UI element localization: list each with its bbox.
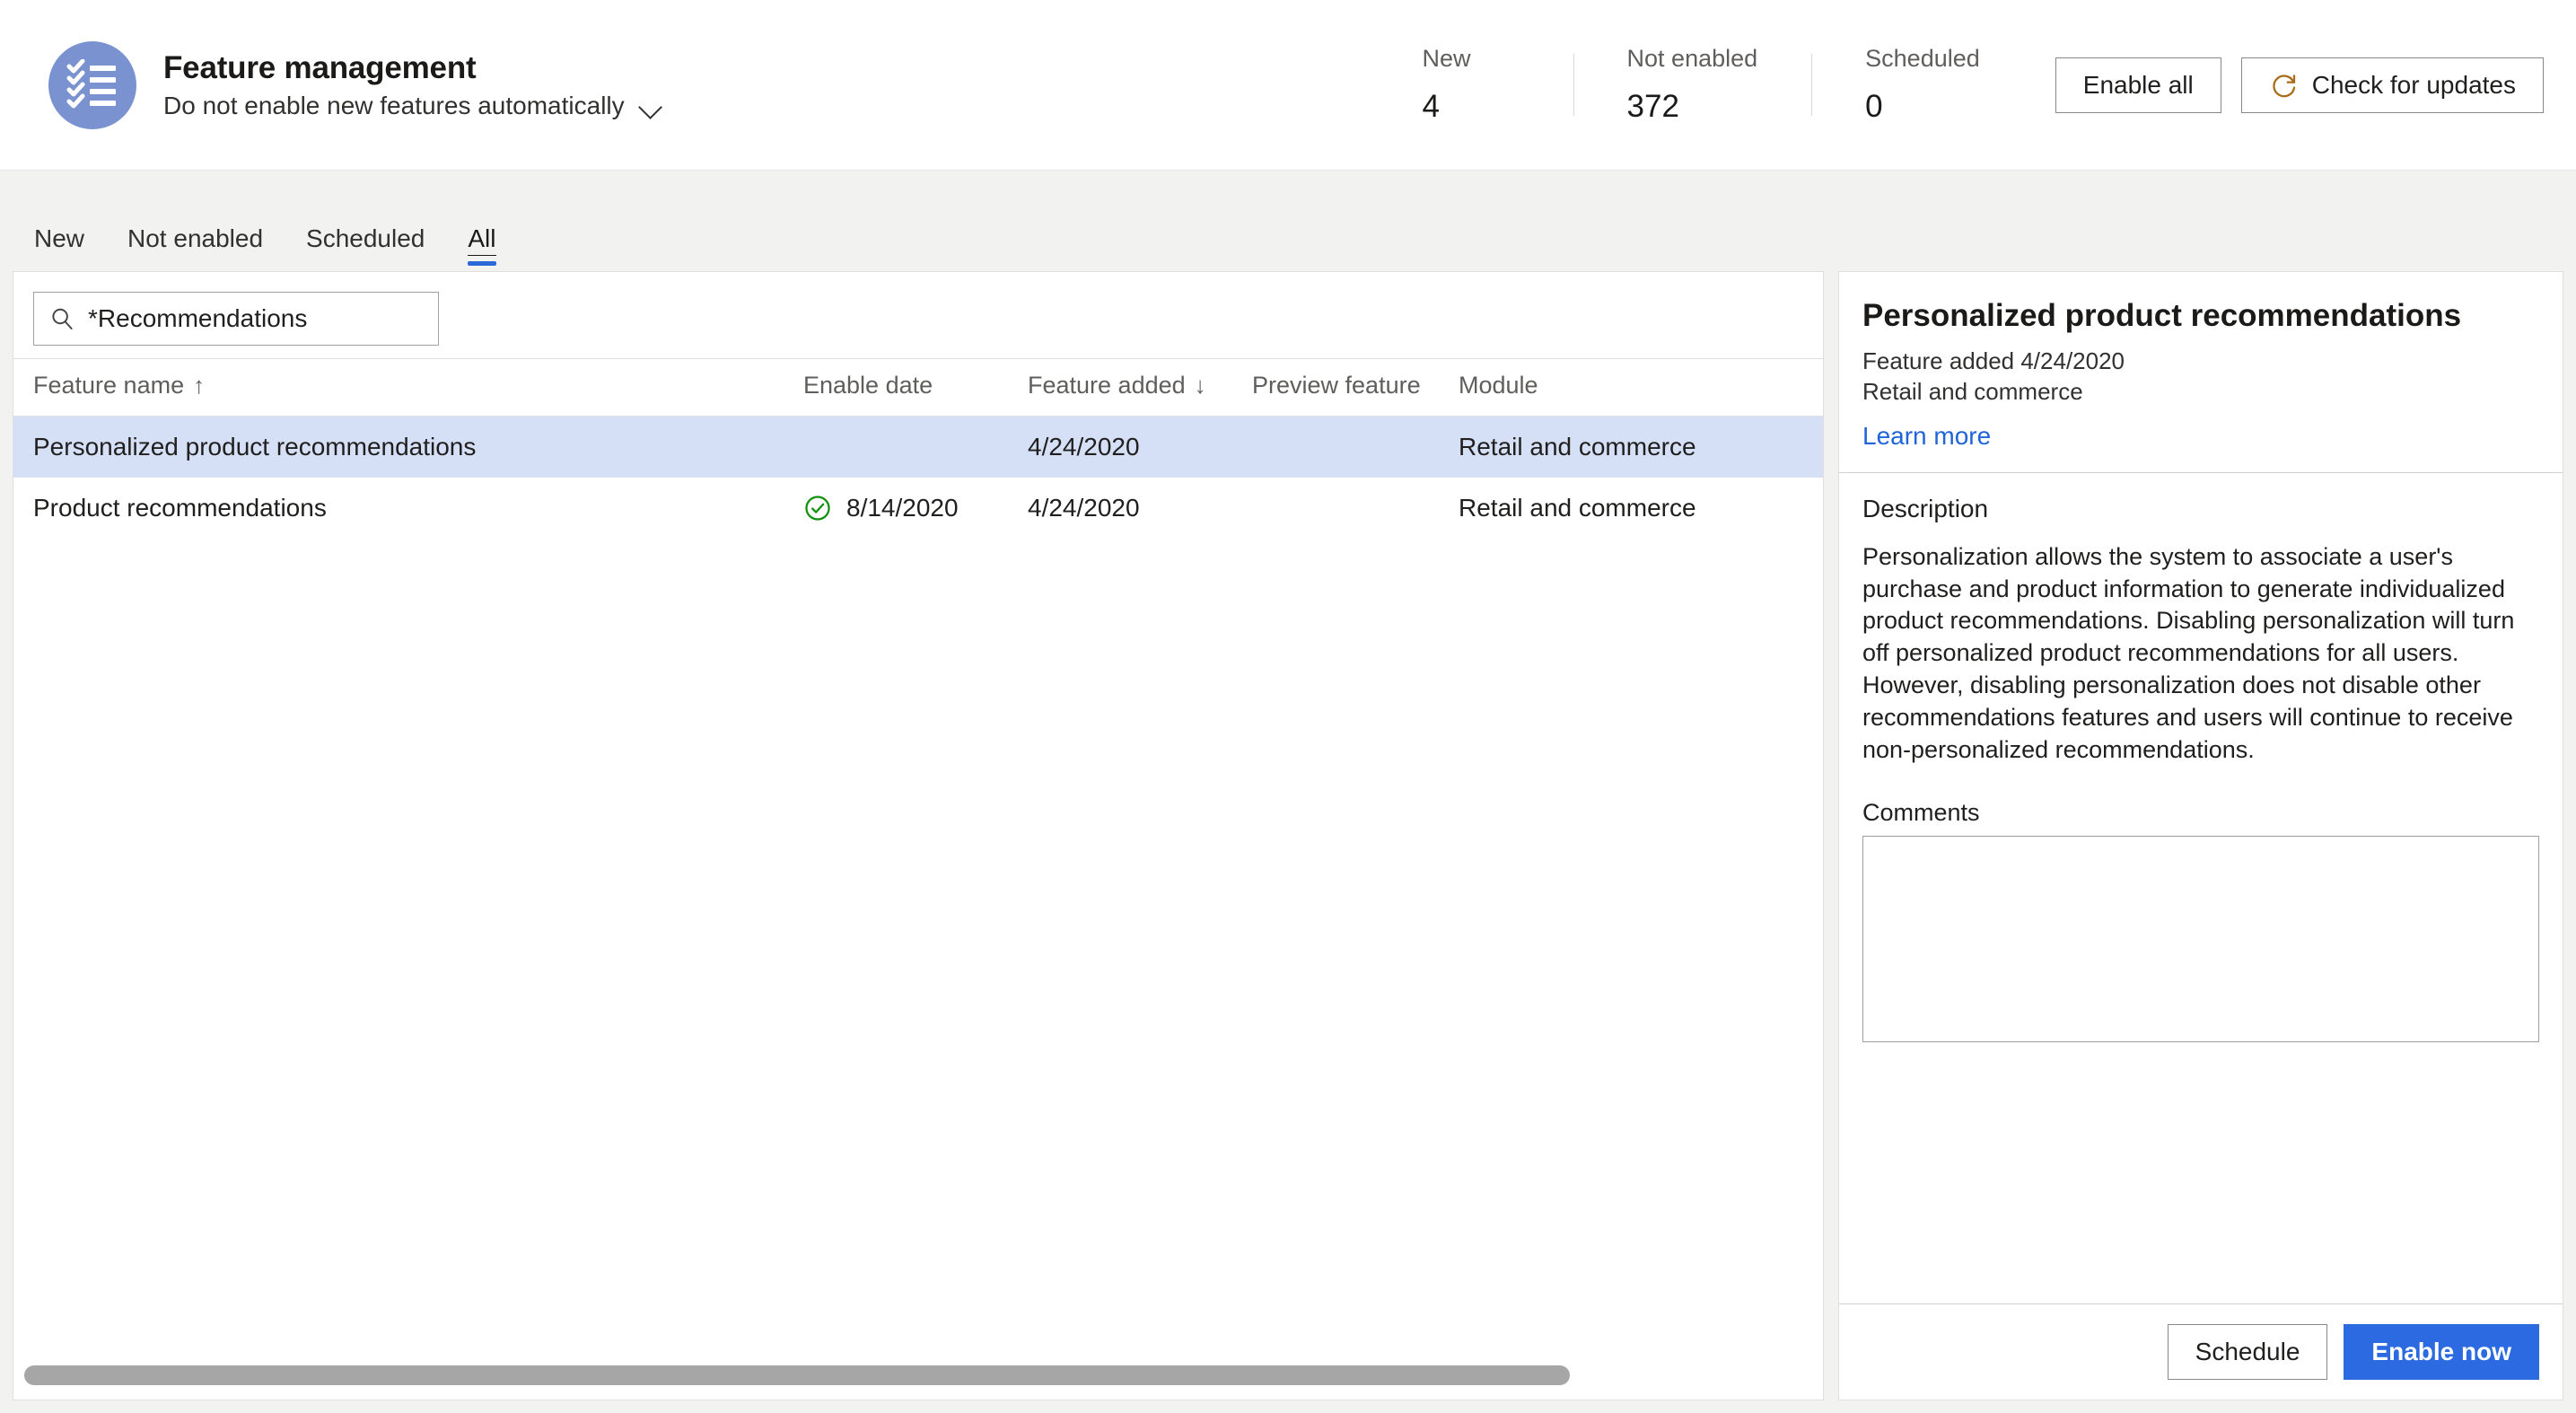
column-header-feature-added-label: Feature added (1028, 372, 1186, 399)
column-header-preview-feature-label: Preview feature (1252, 372, 1421, 399)
cell-module: Retail and commerce (1459, 494, 1696, 522)
check-for-updates-label: Check for updates (2311, 70, 2516, 99)
page-body: Feature name ↑ Enable date Feature added ↓… (0, 271, 2576, 1413)
stat-scheduled-value: 0 (1865, 89, 1883, 124)
stat-scheduled: Scheduled 0 (1811, 45, 2034, 125)
cell-feature-name: Product recommendations (33, 494, 327, 522)
brand-text: Feature management Do not enable new fea… (163, 50, 662, 120)
check-for-updates-button[interactable]: Check for updates (2240, 57, 2544, 113)
grid-scrollbar-area (13, 1365, 1823, 1400)
green-check-circle-icon (803, 494, 832, 522)
tab-all[interactable]: All (446, 224, 517, 271)
tab-new[interactable]: New (13, 226, 106, 271)
column-header-feature-name[interactable]: Feature name ↑ (13, 358, 803, 417)
stats-group: New 4 Not enabled 372 Scheduled 0 (1369, 45, 2034, 125)
description-label: Description (1862, 494, 1989, 522)
feature-detail-panel: Personalized product recommendations Fea… (1838, 271, 2563, 1400)
stat-new-value: 4 (1422, 89, 1440, 124)
feature-management-page: Feature management Do not enable new fea… (0, 0, 2576, 1413)
cell-module: Retail and commerce (1459, 416, 1823, 478)
column-header-feature-name-label: Feature name (33, 372, 185, 399)
table-body: Personalized product recommendations 4/2… (13, 416, 1823, 540)
table-row[interactable]: Product recommendations 8/14/2020 4/24/2… (13, 478, 1823, 539)
stat-not-enabled-label: Not enabled (1626, 45, 1758, 72)
enable-now-button[interactable]: Enable now (2344, 1324, 2539, 1380)
auto-enable-label: Do not enable new features automatically (163, 91, 625, 119)
tab-new-label: New (34, 224, 85, 252)
search-box[interactable] (33, 292, 439, 346)
horizontal-scrollbar[interactable] (24, 1365, 1812, 1385)
description-text: Personalization allows the system to ass… (1862, 542, 2515, 764)
header-actions: Enable all Check for updates (2055, 57, 2544, 113)
stat-not-enabled: Not enabled 372 (1573, 45, 1812, 125)
filter-tabs: New Not enabled Scheduled All (0, 171, 2576, 271)
checklist-icon (48, 40, 136, 129)
comments-label: Comments (1862, 798, 1980, 826)
tab-not-enabled-label: Not enabled (127, 224, 264, 252)
enable-date-wrap: 8/14/2020 (803, 494, 1028, 522)
chevron-down-icon (639, 99, 662, 113)
stat-scheduled-label: Scheduled (1865, 45, 1980, 72)
column-header-preview-feature[interactable]: Preview feature (1252, 358, 1459, 417)
refresh-icon (2269, 71, 2298, 100)
enable-all-button[interactable]: Enable all (2055, 57, 2221, 113)
detail-module: Retail and commerce (1862, 378, 2083, 406)
cell-enable-date-text: 8/14/2020 (846, 494, 959, 522)
feature-table: Feature name ↑ Enable date Feature added ↓… (13, 358, 1823, 539)
detail-feature-added: Feature added 4/24/2020 (1862, 347, 2125, 374)
comments-input[interactable] (1862, 835, 2539, 1042)
search-area (13, 272, 1823, 358)
page-header: Feature management Do not enable new fea… (0, 0, 2576, 171)
tab-scheduled[interactable]: Scheduled (285, 226, 446, 271)
learn-more-link[interactable]: Learn more (1862, 422, 1991, 451)
feature-grid-panel: Feature name ↑ Enable date Feature added ↓… (13, 271, 1824, 1400)
detail-spacer (1862, 1042, 2539, 1303)
auto-enable-dropdown[interactable]: Do not enable new features automatically (163, 92, 662, 120)
column-header-module-label: Module (1459, 372, 1538, 399)
table-header-row: Feature name ↑ Enable date Feature added ↓… (13, 358, 1823, 417)
sort-ascending-icon: ↑ (193, 372, 206, 399)
column-header-enable-date-label: Enable date (803, 372, 933, 399)
sort-descending-icon: ↓ (1194, 372, 1206, 399)
detail-footer: Schedule Enable now (1839, 1303, 2563, 1400)
tab-not-enabled[interactable]: Not enabled (106, 226, 285, 271)
column-header-module[interactable]: Module (1459, 358, 1823, 417)
stat-new-label: New (1422, 45, 1471, 72)
cell-preview-feature (1252, 416, 1459, 478)
detail-body: Description Personalization allows the s… (1839, 473, 2563, 1303)
tab-scheduled-label: Scheduled (306, 224, 425, 252)
page-title: Feature management (163, 49, 477, 85)
detail-header: Personalized product recommendations Fea… (1839, 272, 2563, 472)
horizontal-scrollbar-thumb[interactable] (24, 1365, 1570, 1385)
detail-title: Personalized product recommendations (1862, 298, 2462, 333)
table-header: Feature name ↑ Enable date Feature added ↓… (13, 358, 1823, 417)
cell-feature-name: Personalized product recommendations (13, 416, 803, 478)
cell-preview-feature (1252, 478, 1459, 539)
stat-not-enabled-value: 372 (1626, 89, 1679, 124)
column-header-feature-added[interactable]: Feature added ↓ (1028, 358, 1252, 417)
cell-feature-added: 4/24/2020 (1028, 494, 1140, 522)
search-input[interactable] (88, 304, 424, 333)
brand-block: Feature management Do not enable new fea… (48, 40, 662, 129)
column-header-enable-date[interactable]: Enable date (803, 358, 1028, 417)
cell-feature-added: 4/24/2020 (1028, 416, 1252, 478)
grid-scroll-area: Feature name ↑ Enable date Feature added ↓… (13, 358, 1823, 1400)
tab-all-label: All (468, 224, 496, 256)
table-row[interactable]: Personalized product recommendations 4/2… (13, 416, 1823, 478)
cell-enable-date: 8/14/2020 (803, 478, 1028, 539)
cell-enable-date (803, 416, 1028, 478)
search-icon (48, 305, 75, 332)
stat-new: New 4 (1369, 45, 1573, 125)
schedule-button[interactable]: Schedule (2167, 1324, 2328, 1380)
